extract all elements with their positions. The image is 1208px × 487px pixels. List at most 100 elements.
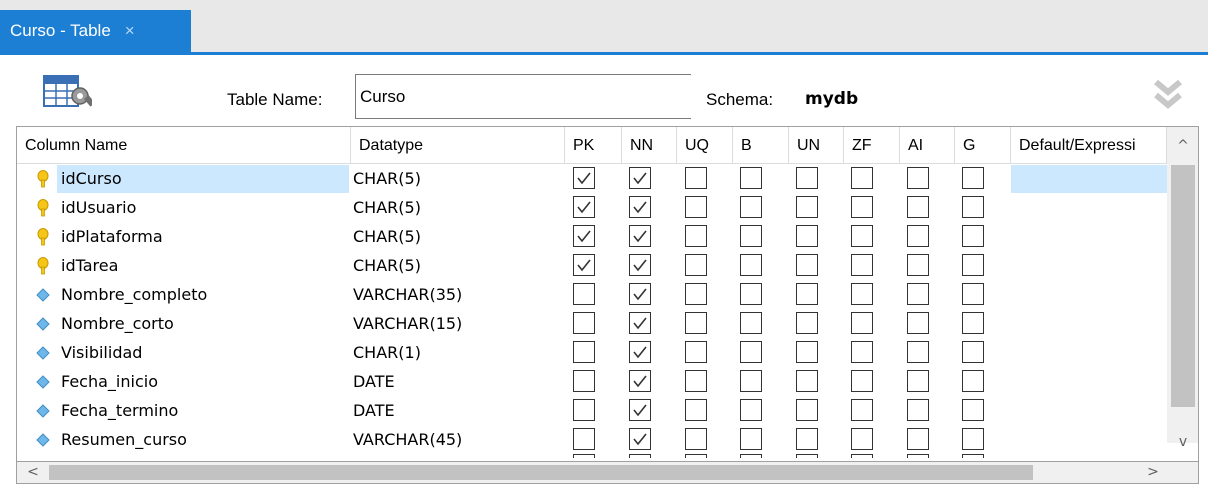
horizontal-scrollbar[interactable]: < > (16, 462, 1199, 484)
checkbox-ai[interactable] (907, 312, 929, 334)
table-row[interactable]: idCurso CHAR(5) (17, 164, 1167, 193)
table-row[interactable]: Nombre_corto VARCHAR(15) (17, 309, 1167, 338)
checkbox-pk[interactable] (573, 341, 595, 363)
checkbox-zf[interactable] (851, 399, 873, 421)
column-name-cell[interactable]: idTarea (57, 252, 349, 280)
table-row[interactable]: idTarea CHAR(5) (17, 251, 1167, 280)
checkbox-pk[interactable] (573, 167, 595, 189)
checkbox-g[interactable] (962, 428, 984, 450)
vertical-scrollbar[interactable]: ^ v (1167, 127, 1198, 450)
checkbox-uq[interactable] (685, 454, 707, 458)
default-expression-cell[interactable] (1011, 339, 1167, 367)
checkbox-g[interactable] (962, 225, 984, 247)
checkbox-b[interactable] (740, 167, 762, 189)
checkbox-nn[interactable] (629, 454, 651, 458)
checkbox-zf[interactable] (851, 370, 873, 392)
table-row[interactable]: idUsuario CHAR(5) (17, 193, 1167, 222)
datatype-cell[interactable]: VARCHAR(35) (353, 281, 563, 309)
checkbox-g[interactable] (962, 341, 984, 363)
checkbox-uq[interactable] (685, 312, 707, 334)
table-row[interactable]: Fecha_termino DATE (17, 396, 1167, 425)
header-pk[interactable]: PK (565, 127, 622, 163)
datatype-cell[interactable]: VARCHAR(15) (353, 310, 563, 338)
column-name-cell[interactable]: idPlataforma (57, 223, 349, 251)
checkbox-ai[interactable] (907, 399, 929, 421)
datatype-cell[interactable]: CHAR(1) (353, 339, 563, 367)
checkbox-zf[interactable] (851, 254, 873, 276)
checkbox-ai[interactable] (907, 196, 929, 218)
default-expression-cell[interactable] (1011, 368, 1167, 396)
checkbox-b[interactable] (740, 283, 762, 305)
column-name-cell[interactable]: idUsuario (57, 194, 349, 222)
scroll-up-icon[interactable]: ^ (1167, 131, 1198, 161)
datatype-cell[interactable]: DATE (353, 397, 563, 425)
checkbox-g[interactable] (962, 312, 984, 334)
checkbox-pk[interactable] (573, 428, 595, 450)
default-expression-cell[interactable] (1011, 397, 1167, 425)
checkbox-b[interactable] (740, 428, 762, 450)
checkbox-un[interactable] (796, 196, 818, 218)
tab-curso-table[interactable]: Curso - Table × (0, 10, 191, 52)
checkbox-un[interactable] (796, 370, 818, 392)
checkbox-b[interactable] (740, 196, 762, 218)
checkbox-uq[interactable] (685, 428, 707, 450)
checkbox-g[interactable] (962, 167, 984, 189)
checkbox-uq[interactable] (685, 370, 707, 392)
scroll-left-icon[interactable]: < (21, 462, 45, 482)
checkbox-zf[interactable] (851, 283, 873, 305)
checkbox-zf[interactable] (851, 312, 873, 334)
checkbox-zf[interactable] (851, 341, 873, 363)
column-name-cell[interactable]: Fecha_inicio (57, 368, 349, 396)
checkbox-b[interactable] (740, 399, 762, 421)
checkbox-nn[interactable] (629, 312, 651, 334)
checkbox-pk[interactable] (573, 370, 595, 392)
checkbox-nn[interactable] (629, 283, 651, 305)
datatype-cell[interactable]: CHAR(5) (353, 165, 563, 193)
column-name-cell[interactable]: Nombre_corto (57, 310, 349, 338)
column-name-cell[interactable]: Resumen_curso (57, 426, 349, 454)
checkbox-g[interactable] (962, 283, 984, 305)
checkbox-ai[interactable] (907, 254, 929, 276)
checkbox-ai[interactable] (907, 428, 929, 450)
checkbox-zf[interactable] (851, 454, 873, 458)
table-row[interactable]: Resumen_curso VARCHAR(45) (17, 425, 1167, 454)
datatype-cell[interactable]: VARCHAR(45) (353, 426, 563, 454)
checkbox-ai[interactable] (907, 167, 929, 189)
checkbox-nn[interactable] (629, 167, 651, 189)
checkbox-g[interactable] (962, 196, 984, 218)
checkbox-uq[interactable] (685, 283, 707, 305)
checkbox-pk[interactable] (573, 454, 595, 458)
checkbox-zf[interactable] (851, 225, 873, 247)
checkbox-uq[interactable] (685, 167, 707, 189)
datatype-cell[interactable]: CHAR(5) (353, 252, 563, 280)
checkbox-nn[interactable] (629, 428, 651, 450)
datatype-cell[interactable]: CHAR(5) (353, 223, 563, 251)
checkbox-b[interactable] (740, 225, 762, 247)
horizontal-scroll-thumb[interactable] (49, 465, 1033, 480)
checkbox-b[interactable] (740, 370, 762, 392)
checkbox-b[interactable] (740, 454, 762, 458)
checkbox-g[interactable] (962, 399, 984, 421)
checkbox-pk[interactable] (573, 312, 595, 334)
checkbox-g[interactable] (962, 254, 984, 276)
header-zf[interactable]: ZF (844, 127, 900, 163)
checkbox-un[interactable] (796, 312, 818, 334)
column-name-cell[interactable]: Visibilidad (57, 339, 349, 367)
column-name-cell[interactable]: Nombre_completo (57, 281, 349, 309)
header-ai[interactable]: AI (900, 127, 955, 163)
checkbox-pk[interactable] (573, 283, 595, 305)
checkbox-un[interactable] (796, 428, 818, 450)
checkbox-un[interactable] (796, 254, 818, 276)
header-datatype[interactable]: Datatype (351, 127, 565, 163)
table-row[interactable] (17, 454, 1167, 458)
checkbox-uq[interactable] (685, 225, 707, 247)
header-nn[interactable]: NN (622, 127, 677, 163)
checkbox-un[interactable] (796, 167, 818, 189)
default-expression-cell[interactable] (1011, 223, 1167, 251)
checkbox-ai[interactable] (907, 454, 929, 458)
checkbox-b[interactable] (740, 341, 762, 363)
default-expression-cell[interactable] (1011, 281, 1167, 309)
column-name-cell[interactable]: Fecha_termino (57, 397, 349, 425)
checkbox-uq[interactable] (685, 399, 707, 421)
checkbox-nn[interactable] (629, 254, 651, 276)
